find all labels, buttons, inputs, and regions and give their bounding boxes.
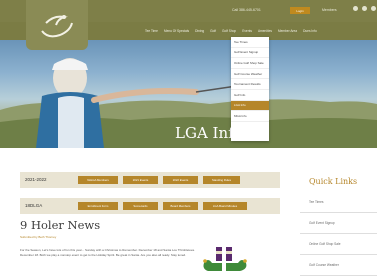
board-minutes-button[interactable]: LGA Board Minutes: [203, 202, 247, 210]
nav-item-amenities[interactable]: Amenities: [258, 29, 272, 33]
quick-links-title: Quick Links: [309, 177, 358, 186]
instagram-icon[interactable]: [371, 6, 376, 11]
phone-number[interactable]: Call 386-445-6701: [232, 8, 261, 12]
dropdown-item-lga-info[interactable]: LGA Info: [231, 100, 269, 112]
quick-links-panel: Quick Links Tee Times Golf Event Signup …: [300, 170, 377, 277]
row-label: 18DLGA: [25, 203, 43, 208]
quick-link-weather[interactable]: Golf Course Weather: [300, 255, 377, 276]
nav-item-tee-time[interactable]: Tee Time: [145, 29, 158, 33]
info-row-18dlga: 18DLGA Enrollment Form Scorecards Board …: [20, 198, 280, 214]
nav-item-dues[interactable]: Dues Info: [303, 29, 317, 33]
login-button[interactable]: Login: [290, 7, 310, 14]
news-heading: 9 Holer News: [20, 218, 101, 232]
twitter-icon[interactable]: [362, 6, 367, 11]
swan-logo-icon: [41, 15, 73, 38]
info-row-2021-2022: 2021-2022 9HLGA Members 2021 Events 2022…: [20, 172, 280, 188]
members-link[interactable]: Members: [322, 8, 337, 12]
nav-item-member-area[interactable]: Member Area: [278, 29, 297, 33]
club-logo[interactable]: [26, 0, 88, 50]
nav-item-golf-shop[interactable]: Golf Shop: [222, 29, 236, 33]
dropdown-item-mga-info[interactable]: MGA Info: [231, 111, 269, 122]
nav-item-dining[interactable]: Dining: [195, 29, 204, 33]
members-button[interactable]: 9HLGA Members: [78, 176, 118, 184]
scorecards-button[interactable]: Scorecards: [123, 202, 158, 210]
dropdown-item-weather[interactable]: Golf Course Weather: [231, 69, 269, 80]
board-members-button[interactable]: Board Members: [163, 202, 198, 210]
dropdown-item-results[interactable]: Tournament Results: [231, 79, 269, 90]
news-body-text: For the Season, Let's have lots of fun t…: [20, 248, 195, 257]
quick-link-tee-times[interactable]: Tee Times: [300, 192, 377, 213]
row-label: 2021-2022: [25, 177, 47, 182]
nav-item-menu[interactable]: Menu Of Specials: [164, 29, 189, 33]
social-icons: [353, 6, 377, 11]
events-2021-button[interactable]: 2021 Events: [123, 176, 158, 184]
nav-item-events[interactable]: Events: [242, 29, 252, 33]
news-byline[interactable]: Submitted by Beth Thorney: [20, 235, 56, 239]
quick-link-event-signup[interactable]: Golf Event Signup: [300, 213, 377, 234]
facebook-icon[interactable]: [353, 6, 358, 11]
dropdown-item-event-signup[interactable]: Golf Event Signup: [231, 48, 269, 59]
nav-item-golf[interactable]: Golf: [210, 29, 216, 33]
dropdown-item-tee-times[interactable]: Tee Times: [231, 37, 269, 48]
dropdown-item-golf-info[interactable]: Golf Info: [231, 90, 269, 101]
golf-dropdown-menu: Tee Times Golf Event Signup Online Golf …: [231, 37, 269, 141]
dropdown-item-shop-sale[interactable]: Online Golf Shop Sale: [231, 58, 269, 69]
events-2022-button[interactable]: 2022 Events: [163, 176, 198, 184]
enrollment-form-button[interactable]: Enrollment Form: [78, 202, 118, 210]
hero-banner: LGA Info: [0, 40, 377, 148]
elf-shoes-image: [203, 247, 247, 271]
quick-link-shop-sale[interactable]: Online Golf Shop Sale: [300, 234, 377, 255]
standing-rules-button[interactable]: Standing Rules: [203, 176, 240, 184]
